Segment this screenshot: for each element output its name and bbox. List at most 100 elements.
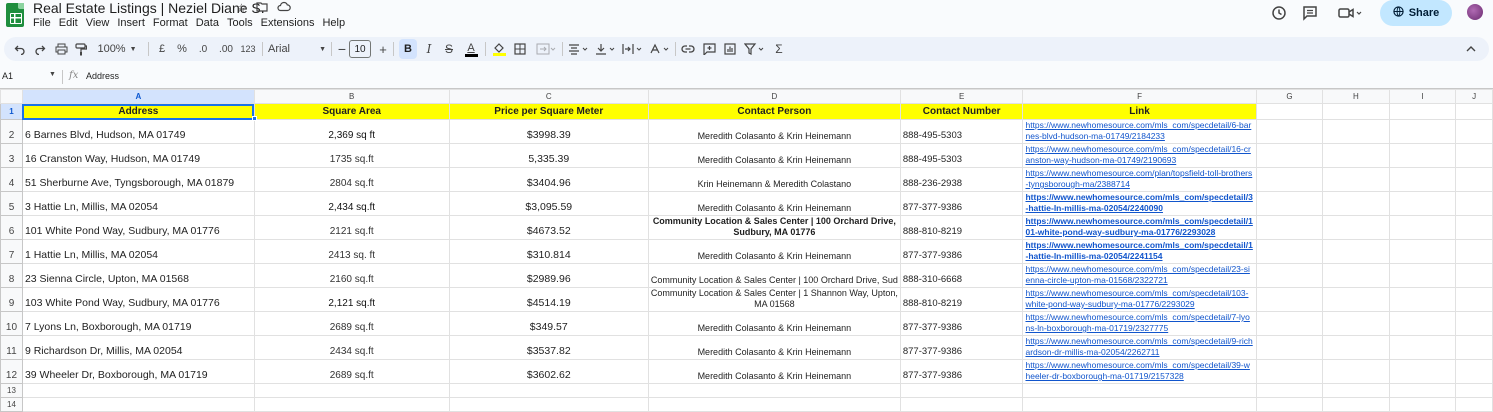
cell-address[interactable]: 23 Sienna Circle, Upton, MA 01568 — [21, 263, 255, 288]
empty-cell[interactable] — [1455, 239, 1493, 264]
cell-link[interactable]: https://www.newhomesource.com/mls_com/sp… — [1022, 143, 1257, 168]
cell-square-area[interactable]: 2689 sq.ft — [253, 311, 450, 336]
user-avatar[interactable] — [1467, 4, 1483, 20]
row-header[interactable]: 6 — [0, 215, 23, 240]
header-cell-address[interactable]: Address — [21, 103, 255, 120]
row-header[interactable]: 12 — [0, 359, 23, 384]
cell-price[interactable]: $3998.39 — [448, 119, 649, 144]
empty-cell[interactable] — [1322, 311, 1390, 336]
cell-link[interactable]: https://www.newhomesource.com/mls_com/sp… — [1022, 191, 1257, 216]
row-header[interactable]: 13 — [0, 383, 23, 398]
empty-cell[interactable] — [1255, 215, 1324, 240]
cell-square-area[interactable]: 2689 sq.ft — [253, 359, 450, 384]
cell-contact-number[interactable]: 888-310-6668 — [899, 263, 1024, 288]
empty-cell[interactable] — [1388, 311, 1457, 336]
empty-cell[interactable] — [1455, 263, 1493, 288]
cell-price[interactable]: $3537.82 — [448, 335, 649, 360]
cell-price[interactable]: $349.57 — [448, 311, 649, 336]
formula-input[interactable]: Address — [86, 71, 119, 81]
empty-cell[interactable] — [1322, 119, 1390, 144]
merge-cells-icon[interactable] — [534, 37, 558, 61]
zoom-select[interactable]: 100% ▼ — [97, 37, 137, 61]
empty-cell[interactable] — [1388, 287, 1457, 312]
row-header[interactable]: 9 — [0, 287, 23, 312]
cell-contact-number[interactable]: 888-236-2938 — [899, 167, 1024, 192]
empty-cell[interactable] — [1255, 119, 1324, 144]
cell-contact-number[interactable]: 877-377-9386 — [899, 239, 1024, 264]
font-select[interactable]: Arial ▼ — [268, 37, 326, 61]
menu-format[interactable]: Format — [153, 16, 193, 30]
column-header-h[interactable]: H — [1322, 89, 1390, 104]
cell-price[interactable]: $310.814 — [448, 239, 649, 264]
empty-cell[interactable] — [1455, 191, 1493, 216]
cell-link[interactable]: https://www.newhomesource.com/plan/topsf… — [1022, 167, 1257, 192]
text-wrapping-icon[interactable] — [621, 37, 645, 61]
empty-cell[interactable] — [647, 383, 901, 398]
cell-square-area[interactable]: 2413 sq. ft — [253, 239, 450, 264]
cell-address[interactable]: 39 Wheeler Dr, Boxborough, MA 01719 — [21, 359, 255, 384]
cell-contact-person[interactable]: Community Location & Sales Center | 100 … — [647, 263, 901, 288]
empty-cell[interactable] — [1022, 397, 1257, 412]
chevron-down-icon[interactable]: ▼ — [49, 71, 56, 78]
empty-cell[interactable] — [1388, 239, 1457, 264]
cell-link[interactable]: https://www.newhomesource.com/mls_com/sp… — [1022, 263, 1257, 288]
empty-cell[interactable] — [1455, 287, 1493, 312]
empty-cell[interactable] — [1455, 167, 1493, 192]
cell-contact-number[interactable]: 888-810-8219 — [899, 215, 1024, 240]
text-rotation-icon[interactable] — [648, 37, 672, 61]
empty-cell[interactable] — [1388, 263, 1457, 288]
cell-contact-person[interactable]: Meredith Colasanto & Krin Heinemann — [647, 143, 901, 168]
cell-address[interactable]: 103 White Pond Way, Sudbury, MA 01776 — [21, 287, 255, 312]
column-header-a[interactable]: A — [21, 89, 255, 104]
filter-icon[interactable] — [743, 37, 767, 61]
cell-square-area[interactable]: 1735 sq.ft — [253, 143, 450, 168]
cell-link[interactable]: https://www.newhomesource.com/mls_com/sp… — [1022, 119, 1257, 144]
cell-contact-person[interactable]: Meredith Colasanto & Krin Heinemann — [647, 191, 901, 216]
column-header-e[interactable]: E — [899, 89, 1024, 104]
cell-price[interactable]: $2989.96 — [448, 263, 649, 288]
text-color-button[interactable]: A — [463, 37, 479, 61]
cell-contact-number[interactable]: 877-377-9386 — [899, 335, 1024, 360]
empty-cell[interactable] — [1388, 335, 1457, 360]
strikethrough-button[interactable]: S — [442, 37, 456, 61]
empty-cell[interactable] — [448, 383, 649, 398]
column-header-d[interactable]: D — [647, 89, 901, 104]
empty-cell[interactable] — [1255, 191, 1324, 216]
cell-contact-number[interactable]: 877-377-9386 — [899, 359, 1024, 384]
cell-address[interactable]: 1 Hattie Ln, Millis, MA 02054 — [21, 239, 255, 264]
empty-cell[interactable] — [899, 383, 1024, 398]
cell-link[interactable]: https://www.newhomesource.com/mls_com/sp… — [1022, 239, 1257, 264]
borders-icon[interactable] — [513, 37, 527, 61]
row-header[interactable]: 7 — [0, 239, 23, 264]
empty-cell[interactable] — [1455, 335, 1493, 360]
empty-cell[interactable] — [1388, 191, 1457, 216]
cell-link[interactable]: https://www.newhomesource.com/mls_com/sp… — [1022, 215, 1257, 240]
meet-video-icon[interactable] — [1337, 4, 1363, 22]
collapse-toolbar-icon[interactable] — [1464, 37, 1478, 61]
select-all-corner[interactable] — [0, 89, 23, 104]
header-cell-square-area[interactable]: Square Area — [253, 103, 450, 120]
document-title[interactable]: Real Estate Listings | Neziel Diane S. — [33, 0, 265, 16]
empty-cell[interactable] — [899, 397, 1024, 412]
row-header[interactable]: 2 — [0, 119, 23, 144]
column-header-i[interactable]: I — [1388, 89, 1457, 104]
row-header[interactable]: 11 — [0, 335, 23, 360]
cell-price[interactable]: $3404.96 — [448, 167, 649, 192]
number-format-button[interactable]: 123 — [239, 37, 257, 61]
fill-color-icon[interactable] — [491, 37, 507, 61]
version-history-icon[interactable] — [1270, 4, 1288, 22]
cell-link[interactable]: https://www.newhomesource.com/mls_com/sp… — [1022, 311, 1257, 336]
column-header-b[interactable]: B — [253, 89, 450, 104]
cell-contact-number[interactable]: 888-810-8219 — [899, 287, 1024, 312]
header-cell-contact-number[interactable]: Contact Number — [899, 103, 1024, 120]
share-button[interactable]: Share — [1380, 0, 1452, 26]
sheets-logo-icon[interactable] — [6, 3, 24, 27]
row-header[interactable]: 4 — [0, 167, 23, 192]
increase-decimal-button[interactable]: .00 — [216, 37, 236, 61]
cell-contact-person[interactable]: Meredith Colasanto & Krin Heinemann — [647, 119, 901, 144]
empty-cell[interactable] — [1255, 287, 1324, 312]
cell-contact-number[interactable]: 877-377-9386 — [899, 191, 1024, 216]
cell-address[interactable]: 101 White Pond Way, Sudbury, MA 01776 — [21, 215, 255, 240]
spreadsheet-grid[interactable]: A B C D E F G H I J 1 Address Square Are… — [0, 88, 1493, 412]
cell-address[interactable]: 7 Lyons Ln, Boxborough, MA 01719 — [21, 311, 255, 336]
